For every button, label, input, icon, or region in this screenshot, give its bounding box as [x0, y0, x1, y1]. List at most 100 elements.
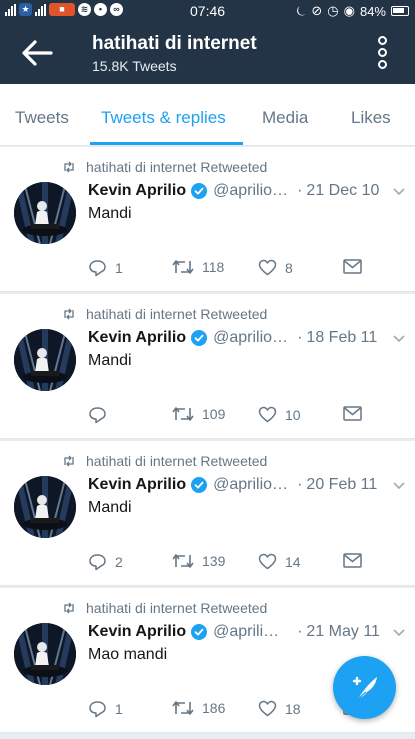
avatar[interactable] [14, 476, 76, 538]
chevron-down-icon[interactable] [392, 625, 406, 639]
reply-button[interactable]: 1 [88, 259, 123, 277]
battery-level: 84% [359, 3, 386, 19]
retweet-context: hatihati di internet Retweeted [62, 306, 267, 322]
direct-message-button[interactable] [343, 406, 362, 421]
retweet-label: hatihati di internet Retweeted [86, 600, 268, 616]
battery-icon [391, 6, 409, 16]
timeline[interactable]: hatihati di internet Retweeted Kevin Apr… [0, 147, 415, 739]
user-handle[interactable]: @aprilio… [213, 476, 293, 494]
separator-dot: · [297, 476, 303, 493]
retweet-button[interactable]: 139 [172, 553, 225, 569]
reply-count: 2 [115, 554, 123, 570]
display-name[interactable]: Kevin Aprilio [88, 623, 186, 641]
display-name[interactable]: Kevin Aprilio [88, 182, 186, 200]
like-count: 18 [285, 700, 301, 717]
retweet-button[interactable]: 109 [172, 406, 225, 422]
profile-title-block: hatihati di internet 15.8K Tweets [92, 33, 257, 74]
reply-button[interactable] [88, 406, 115, 424]
like-button[interactable]: 8 [258, 259, 293, 276]
clock-time: 07:46 [190, 3, 226, 19]
envelope-icon [343, 259, 362, 274]
chevron-down-icon[interactable] [392, 184, 406, 198]
avatar[interactable] [14, 623, 76, 685]
tab-media[interactable]: Media [262, 108, 308, 128]
direct-message-button[interactable] [343, 259, 362, 274]
more-vertical-icon [372, 36, 392, 69]
reply-button[interactable]: 1 [88, 700, 123, 718]
tweet-date[interactable]: 21 May 11 [306, 623, 380, 641]
like-button[interactable]: 10 [258, 406, 301, 423]
active-tab-indicator [90, 142, 243, 145]
signal-icon [5, 3, 16, 16]
direct-message-button[interactable] [343, 553, 362, 568]
verified-icon [191, 624, 208, 640]
display-name[interactable]: Kevin Aprilio [88, 476, 186, 494]
status-icons-left: ★ ■ ≋ • ∞ [5, 3, 123, 16]
reply-icon [89, 407, 106, 424]
tweet-date[interactable]: 20 Feb 11 [306, 476, 377, 494]
heart-icon [258, 406, 277, 423]
tweet-actions: 109 10 [88, 406, 368, 428]
tweet-date[interactable]: 18 Feb 11 [306, 329, 377, 347]
reply-button[interactable]: 2 [88, 553, 123, 571]
tweet-actions: 1 118 8 [88, 259, 368, 281]
tweet-card[interactable]: hatihati di internet Retweeted Kevin Apr… [0, 147, 415, 292]
user-handle[interactable]: @aprili… [213, 623, 293, 641]
profile-tabs: Tweets Tweets & replies Media Likes [0, 84, 415, 146]
tweet-count: 15.8K Tweets [92, 58, 177, 74]
status-icons-right: ⏾ ⊘ ◷ ◉ 84% [296, 3, 409, 19]
like-count: 8 [285, 259, 293, 276]
back-arrow-icon [22, 40, 53, 66]
user-handle[interactable]: @aprilio… [213, 182, 293, 200]
display-name[interactable]: Kevin Aprilio [88, 329, 186, 347]
retweet-icon [172, 260, 194, 274]
avatar-image [14, 476, 76, 538]
reply-count: 1 [115, 260, 123, 276]
like-count: 14 [285, 553, 301, 570]
retweet-button[interactable]: 118 [172, 259, 224, 275]
tweet-card[interactable]: hatihati di internet Retweeted Kevin Apr… [0, 441, 415, 586]
tweet-text: Mandi [88, 352, 132, 369]
retweet-small-icon [64, 308, 74, 320]
retweet-small-icon [64, 602, 74, 614]
tweet-card[interactable]: hatihati di internet Retweeted Kevin Apr… [0, 294, 415, 439]
separator-dot: · [297, 329, 303, 346]
retweet-label: hatihati di internet Retweeted [86, 453, 268, 469]
avatar[interactable] [14, 329, 76, 391]
star-app-icon: ★ [19, 3, 32, 16]
user-handle[interactable]: @aprilio… [213, 329, 293, 347]
like-button[interactable]: 14 [258, 553, 301, 570]
separator-dot: · [297, 623, 303, 640]
tweet-date[interactable]: 21 Dec 10 [306, 182, 379, 200]
retweet-small-icon [64, 455, 74, 467]
chat-icon: • [94, 3, 107, 16]
chevron-down-icon[interactable] [392, 478, 406, 492]
chevron-down-icon[interactable] [392, 331, 406, 345]
tab-tweets-and-replies[interactable]: Tweets & replies [101, 108, 226, 128]
more-options-button[interactable] [372, 36, 392, 72]
compose-quill-icon [352, 676, 377, 700]
retweet-count: 139 [202, 553, 226, 569]
retweet-count: 109 [202, 406, 226, 422]
tab-likes[interactable]: Likes [351, 108, 391, 128]
tab-tweets[interactable]: Tweets [15, 108, 69, 128]
like-button[interactable]: 18 [258, 700, 301, 717]
avatar[interactable] [14, 182, 76, 244]
tweet-header: Kevin Aprilio @aprilio… · 20 Feb 11 [88, 474, 406, 496]
avatar-image [14, 623, 76, 685]
retweet-button[interactable]: 186 [172, 700, 225, 716]
page-title: hatihati di internet [92, 33, 257, 54]
verified-icon [191, 183, 208, 199]
blackberry-messenger-icon: ∞ [110, 3, 123, 16]
compose-tweet-button[interactable] [333, 656, 396, 719]
retweet-icon [172, 407, 194, 421]
like-count: 10 [285, 406, 301, 423]
back-button[interactable] [20, 38, 54, 68]
retweet-context: hatihati di internet Retweeted [62, 600, 267, 616]
reply-count: 1 [115, 701, 123, 717]
tweet-header: Kevin Aprilio @aprilio… · 18 Feb 11 [88, 327, 406, 349]
verified-icon [191, 477, 208, 493]
retweet-small-icon [64, 161, 74, 173]
reply-icon [89, 554, 106, 571]
tweet-actions: 2 139 14 [88, 553, 368, 575]
